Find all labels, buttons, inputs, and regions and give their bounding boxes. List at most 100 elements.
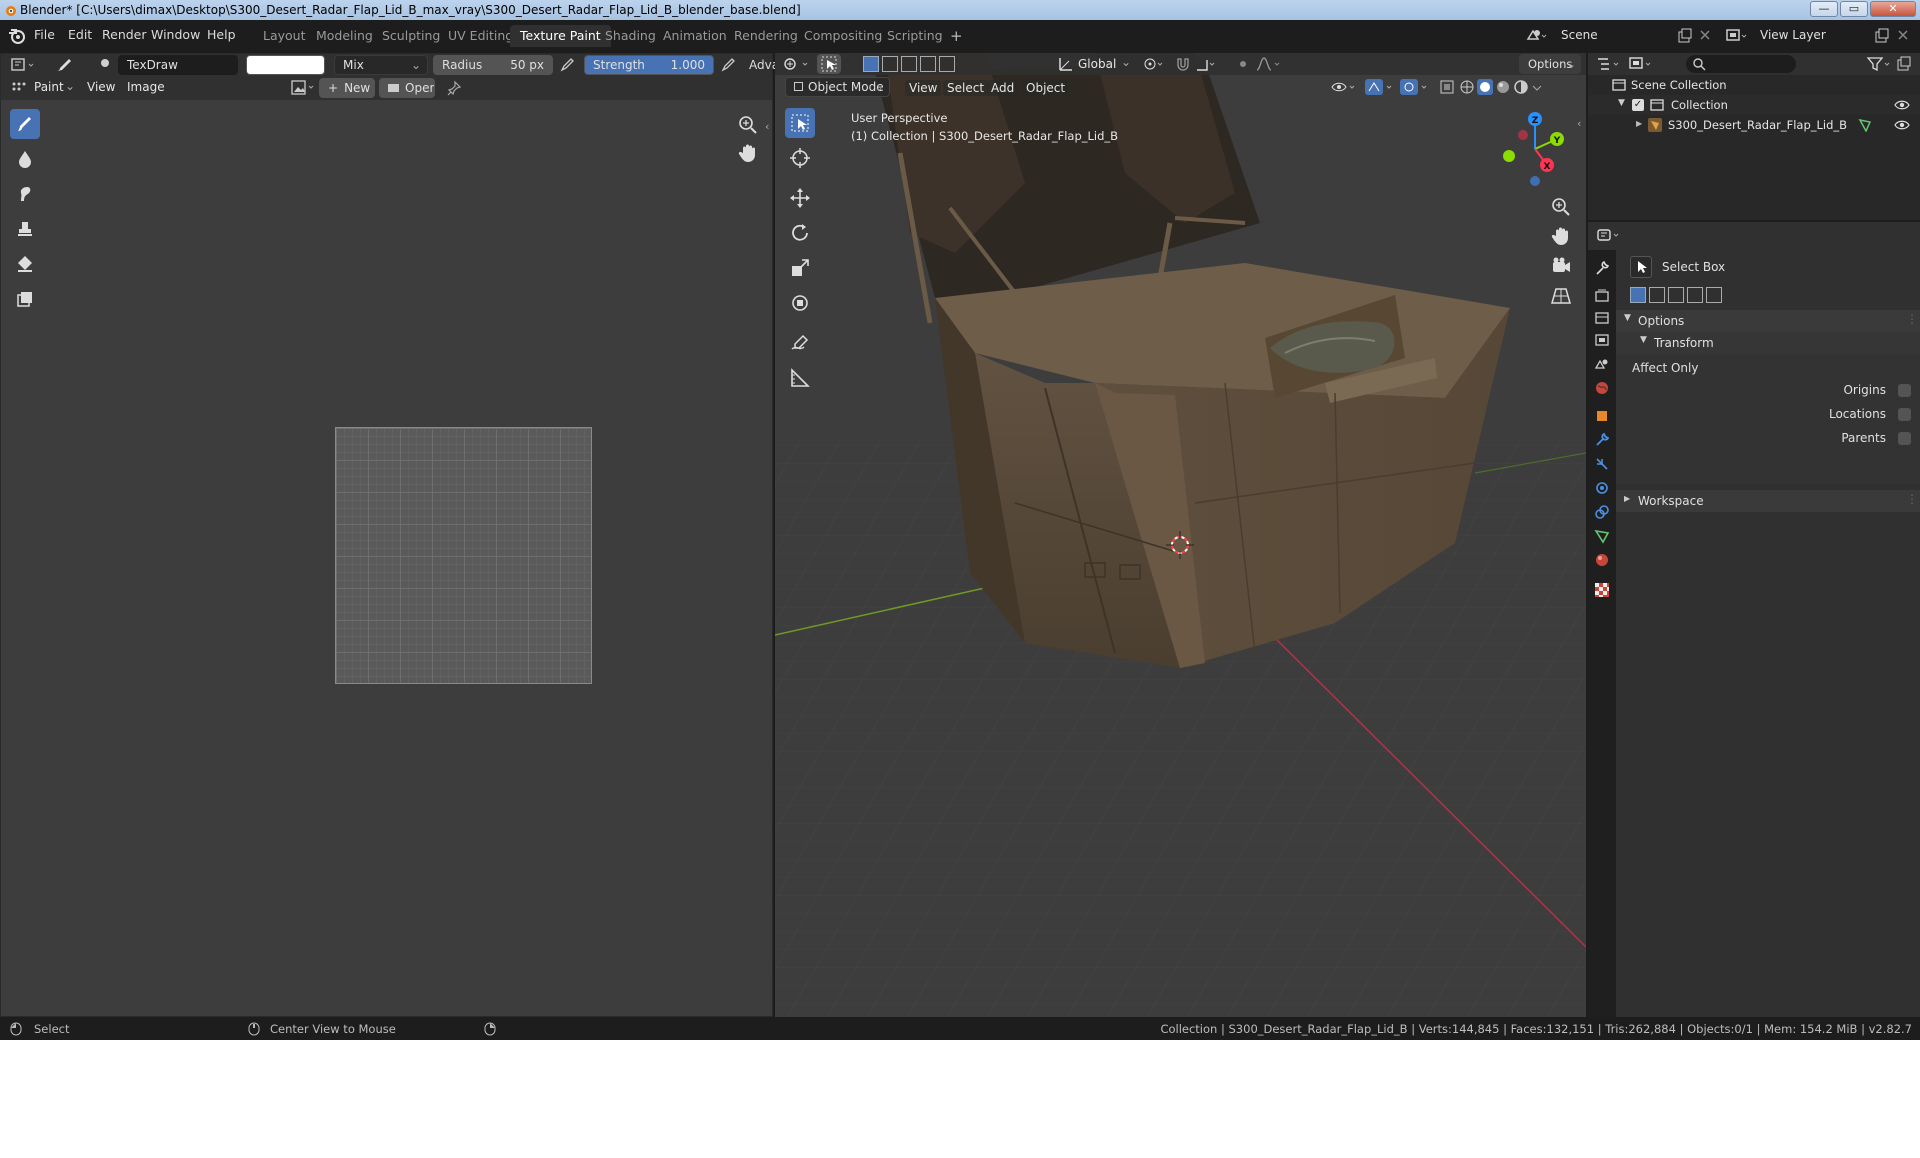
- new-scene-icon[interactable]: [1677, 28, 1693, 44]
- pivot-point-icon[interactable]: [1143, 56, 1165, 72]
- snap-icon[interactable]: [1175, 56, 1191, 72]
- transform-subpanel-header[interactable]: ▼ Transform: [1616, 332, 1920, 354]
- perspective-toggle-icon[interactable]: [1550, 285, 1572, 307]
- tool-rotate[interactable]: [785, 218, 815, 248]
- select-mode-button[interactable]: [817, 54, 841, 74]
- visibility-icon[interactable]: [1331, 79, 1357, 95]
- tab-object[interactable]: [1592, 406, 1612, 426]
- tool-scale[interactable]: [785, 253, 815, 283]
- expand-arrow-icon[interactable]: ▼: [1618, 98, 1625, 108]
- shading-options-icon[interactable]: [1531, 79, 1543, 95]
- viewport-scene[interactable]: [775, 53, 1586, 1017]
- menu-view[interactable]: View: [905, 80, 942, 96]
- delete-scene-icon[interactable]: [1698, 28, 1712, 42]
- new-collection-icon[interactable]: [1896, 56, 1912, 72]
- minimize-button[interactable]: —: [1810, 1, 1838, 17]
- falloff-icon[interactable]: [1255, 56, 1283, 72]
- wireframe-shading-icon[interactable]: [1459, 79, 1475, 95]
- new-image-button[interactable]: + New: [319, 78, 375, 98]
- outliner[interactable]: Scene Collection ▼ ✓ Collection ▶ S300_D…: [1588, 53, 1920, 220]
- tool-fill[interactable]: [10, 249, 40, 279]
- display-mode-icon[interactable]: [1628, 56, 1656, 72]
- eye-icon[interactable]: [1894, 118, 1910, 132]
- menu-select[interactable]: Select: [943, 80, 989, 96]
- set-selection-icon[interactable]: [863, 56, 879, 72]
- xray-toggle-icon[interactable]: [1439, 79, 1455, 95]
- tool-move[interactable]: [785, 183, 815, 213]
- tool-transform[interactable]: [785, 288, 815, 318]
- tool-smear[interactable]: [10, 179, 40, 209]
- tab-constraints[interactable]: [1592, 502, 1612, 522]
- expand-arrow-icon[interactable]: ▶: [1636, 119, 1642, 128]
- menu-add[interactable]: Add: [987, 80, 1019, 96]
- 3d-viewport[interactable]: Global ⌄ Options ⌄ Object Mode ⌄ View Sele…: [775, 53, 1586, 1017]
- pressure-strength-icon[interactable]: [720, 57, 736, 73]
- tool-select-box[interactable]: [785, 108, 815, 138]
- maximize-button[interactable]: ▭: [1840, 1, 1868, 17]
- subtract-selection-icon[interactable]: [901, 56, 917, 72]
- tab-output[interactable]: [1592, 308, 1612, 328]
- origins-checkbox[interactable]: [1898, 384, 1911, 397]
- navigation-gizmo[interactable]: Z Y X: [1495, 109, 1575, 189]
- delete-view-layer-icon[interactable]: [1896, 28, 1910, 42]
- fake-user-icon[interactable]: [101, 59, 109, 67]
- material-shading-icon[interactable]: [1495, 79, 1511, 95]
- blender-menu-icon[interactable]: [8, 28, 26, 44]
- scene-icon[interactable]: [1525, 27, 1547, 45]
- overlays-toggle-icon[interactable]: [1400, 79, 1430, 95]
- drag-handle-icon[interactable]: ⋮⋮: [1906, 312, 1920, 326]
- set-selection-icon[interactable]: [1630, 287, 1646, 303]
- add-workspace-button[interactable]: +: [940, 25, 973, 47]
- image-editor[interactable]: TexDraw Mix ⌄ Radius 50 px Strength 1.000 A…: [0, 53, 779, 1017]
- select-mode-group[interactable]: [1630, 286, 1726, 304]
- brush-name-field[interactable]: TexDraw: [118, 55, 238, 75]
- rendered-shading-icon[interactable]: [1513, 79, 1529, 95]
- tab-world[interactable]: [1592, 378, 1612, 398]
- menu-object[interactable]: Object: [1022, 80, 1070, 96]
- options-dropdown[interactable]: Options ⌄: [1519, 54, 1581, 74]
- mesh-data-icon[interactable]: [1858, 118, 1872, 132]
- parents-checkbox[interactable]: [1898, 432, 1911, 445]
- tab-tool[interactable]: [1592, 258, 1612, 278]
- locations-checkbox[interactable]: [1898, 408, 1911, 421]
- brush-color-swatch[interactable]: [246, 55, 325, 75]
- menu-image[interactable]: Image: [127, 80, 165, 94]
- tool-clone[interactable]: [10, 214, 40, 244]
- object-mode-dropdown[interactable]: Object Mode ⌄: [785, 77, 890, 97]
- tab-modifiers[interactable]: [1592, 430, 1612, 450]
- pan-hand-icon[interactable]: [1550, 225, 1572, 247]
- scene-collection-row[interactable]: Scene Collection: [1588, 75, 1920, 95]
- intersect-selection-icon[interactable]: [939, 56, 955, 72]
- menu-help[interactable]: Help: [207, 27, 236, 42]
- object-row[interactable]: ▶ S300_Desert_Radar_Flap_Lid_B: [1588, 115, 1920, 135]
- editor-type-icon[interactable]: [11, 58, 39, 72]
- view-layer-icon[interactable]: [1725, 27, 1747, 45]
- drag-handle-icon[interactable]: ⋮⋮: [1906, 492, 1920, 506]
- pin-icon[interactable]: [446, 80, 462, 96]
- orientation-dropdown[interactable]: Global: [1078, 57, 1116, 71]
- invert-selection-icon[interactable]: [920, 56, 936, 72]
- brush-icon[interactable]: [53, 56, 75, 74]
- tab-physics[interactable]: [1592, 478, 1612, 498]
- collection-checkbox[interactable]: ✓: [1632, 99, 1644, 111]
- tab-texture[interactable]: [1592, 580, 1612, 600]
- snap-target-icon[interactable]: [1195, 56, 1217, 72]
- intersect-selection-icon[interactable]: [1706, 287, 1722, 303]
- menu-window[interactable]: Window: [151, 27, 200, 42]
- pan-hand-icon[interactable]: [737, 142, 759, 164]
- collapse-arrow-icon[interactable]: ‹: [765, 120, 769, 133]
- blend-mode-dropdown[interactable]: Mix ⌄: [334, 55, 428, 75]
- filter-icon[interactable]: [1866, 56, 1892, 72]
- radius-slider[interactable]: Radius 50 px: [433, 55, 553, 75]
- tab-data[interactable]: [1592, 526, 1612, 546]
- selection-mode-icons[interactable]: [863, 54, 957, 74]
- editor-type-3d-icon[interactable]: [783, 56, 813, 72]
- invert-selection-icon[interactable]: [1687, 287, 1703, 303]
- tab-material[interactable]: [1592, 550, 1612, 570]
- solid-shading-icon[interactable]: [1477, 79, 1493, 95]
- pressure-radius-icon[interactable]: [559, 57, 575, 73]
- menu-file[interactable]: File: [34, 27, 55, 42]
- tab-render[interactable]: [1592, 286, 1612, 306]
- zoom-icon[interactable]: [737, 114, 759, 136]
- paint-mode-dropdown[interactable]: Paint: [34, 80, 64, 94]
